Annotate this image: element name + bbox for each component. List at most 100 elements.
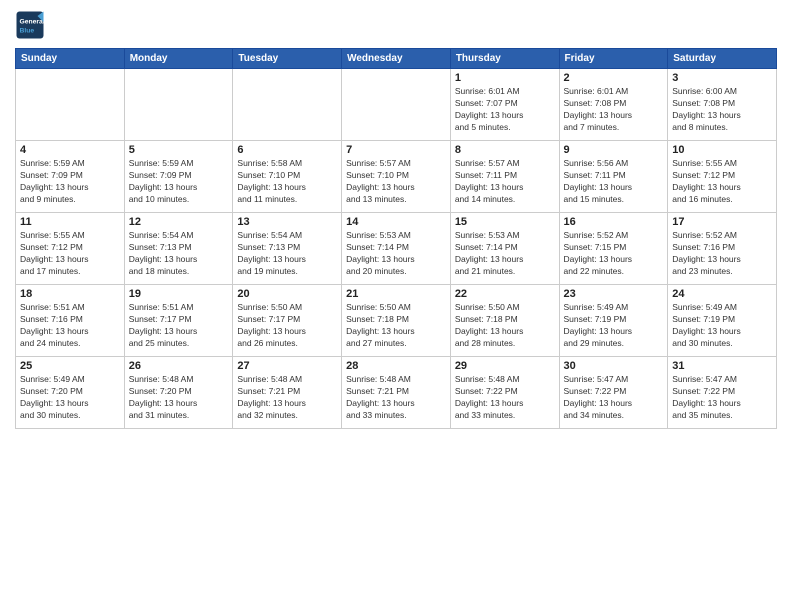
week-row-1: 1 Sunrise: 6:01 AM Sunset: 7:07 PM Daylig… — [16, 69, 777, 141]
weekday-header-friday: Friday — [559, 49, 668, 69]
logo-icon: General Blue — [15, 10, 45, 40]
day-info: Sunrise: 5:48 AM Sunset: 7:21 PM Dayligh… — [346, 374, 446, 422]
calendar-cell — [16, 69, 125, 141]
calendar-cell: 10 Sunrise: 5:55 AM Sunset: 7:12 PM Dayli… — [668, 141, 777, 213]
day-info: Sunrise: 5:52 AM Sunset: 7:15 PM Dayligh… — [564, 230, 664, 278]
day-number: 12 — [129, 216, 229, 228]
day-number: 10 — [672, 144, 772, 156]
week-row-2: 4 Sunrise: 5:59 AM Sunset: 7:09 PM Daylig… — [16, 141, 777, 213]
calendar-cell: 14Sunrise: 5:53 AM Sunset: 7:14 PM Dayli… — [342, 213, 451, 285]
day-number: 23 — [564, 288, 664, 300]
weekday-header-wednesday: Wednesday — [342, 49, 451, 69]
day-number: 27 — [237, 360, 337, 372]
day-info: Sunrise: 5:49 AM Sunset: 7:19 PM Dayligh… — [564, 302, 664, 350]
weekday-header-thursday: Thursday — [450, 49, 559, 69]
calendar-cell: 24 Sunrise: 5:49 AM Sunset: 7:19 PM Dayli… — [668, 285, 777, 357]
day-number: 15 — [455, 216, 555, 228]
calendar-cell: 4Sunrise: 5:59 AM Sunset: 7:09 PM Daylig… — [16, 141, 125, 213]
day-number: 6 — [237, 144, 337, 156]
day-number: 21 — [346, 288, 446, 300]
day-info: Sunrise: 6:01 AM Sunset: 7:07 PM Dayligh… — [455, 86, 555, 134]
calendar-cell: 15 Sunrise: 5:53 AM Sunset: 7:14 PM Dayli… — [450, 213, 559, 285]
svg-text:General: General — [20, 19, 45, 26]
calendar-cell: 2 Sunrise: 6:01 AM Sunset: 7:08 PM Daylig… — [559, 69, 668, 141]
calendar-cell: 7 Sunrise: 5:57 AM Sunset: 7:10 PM Daylig… — [342, 141, 451, 213]
day-number: 24 — [672, 288, 772, 300]
day-number: 4 — [20, 144, 120, 156]
calendar-table: SundayMondayTuesdayWednesdayThursdayFrid… — [15, 48, 777, 429]
calendar-cell: 25Sunrise: 5:49 AM Sunset: 7:20 PM Dayli… — [16, 357, 125, 429]
day-number: 1 — [455, 72, 555, 84]
day-number: 3 — [672, 72, 772, 84]
day-info: Sunrise: 5:49 AM Sunset: 7:19 PM Dayligh… — [672, 302, 772, 350]
day-number: 31 — [672, 360, 772, 372]
calendar-cell: 26Sunrise: 5:48 AM Sunset: 7:20 PM Dayli… — [124, 357, 233, 429]
page: General Blue SundayMondayTuesdayWednesda… — [0, 0, 792, 612]
day-number: 9 — [564, 144, 664, 156]
calendar-cell: 5 Sunrise: 5:59 AM Sunset: 7:09 PM Daylig… — [124, 141, 233, 213]
week-row-3: 11Sunrise: 5:55 AM Sunset: 7:12 PM Dayli… — [16, 213, 777, 285]
day-info: Sunrise: 5:56 AM Sunset: 7:11 PM Dayligh… — [564, 158, 664, 206]
calendar-cell: 6Sunrise: 5:58 AM Sunset: 7:10 PM Daylig… — [233, 141, 342, 213]
day-number: 20 — [237, 288, 337, 300]
weekday-header-saturday: Saturday — [668, 49, 777, 69]
day-info: Sunrise: 5:47 AM Sunset: 7:22 PM Dayligh… — [564, 374, 664, 422]
day-number: 8 — [455, 144, 555, 156]
calendar-cell: 27 Sunrise: 5:48 AM Sunset: 7:21 PM Dayli… — [233, 357, 342, 429]
day-number: 19 — [129, 288, 229, 300]
calendar-cell: 21 Sunrise: 5:50 AM Sunset: 7:18 PM Dayli… — [342, 285, 451, 357]
calendar-cell: 1 Sunrise: 6:01 AM Sunset: 7:07 PM Daylig… — [450, 69, 559, 141]
calendar-cell: 17Sunrise: 5:52 AM Sunset: 7:16 PM Dayli… — [668, 213, 777, 285]
day-info: Sunrise: 5:48 AM Sunset: 7:21 PM Dayligh… — [237, 374, 337, 422]
day-info: Sunrise: 5:55 AM Sunset: 7:12 PM Dayligh… — [672, 158, 772, 206]
day-info: Sunrise: 5:53 AM Sunset: 7:14 PM Dayligh… — [346, 230, 446, 278]
day-number: 22 — [455, 288, 555, 300]
day-info: Sunrise: 5:49 AM Sunset: 7:20 PM Dayligh… — [20, 374, 120, 422]
day-info: Sunrise: 5:59 AM Sunset: 7:09 PM Dayligh… — [129, 158, 229, 206]
day-info: Sunrise: 5:54 AM Sunset: 7:13 PM Dayligh… — [237, 230, 337, 278]
weekday-header-row: SundayMondayTuesdayWednesdayThursdayFrid… — [16, 49, 777, 69]
day-number: 30 — [564, 360, 664, 372]
day-number: 13 — [237, 216, 337, 228]
calendar-cell: 9 Sunrise: 5:56 AM Sunset: 7:11 PM Daylig… — [559, 141, 668, 213]
weekday-header-monday: Monday — [124, 49, 233, 69]
calendar-cell: 28 Sunrise: 5:48 AM Sunset: 7:21 PM Dayli… — [342, 357, 451, 429]
calendar-cell: 20Sunrise: 5:50 AM Sunset: 7:17 PM Dayli… — [233, 285, 342, 357]
week-row-4: 18 Sunrise: 5:51 AM Sunset: 7:16 PM Dayli… — [16, 285, 777, 357]
calendar-cell: 31 Sunrise: 5:47 AM Sunset: 7:22 PM Dayli… — [668, 357, 777, 429]
calendar-cell — [342, 69, 451, 141]
week-row-5: 25Sunrise: 5:49 AM Sunset: 7:20 PM Dayli… — [16, 357, 777, 429]
day-info: Sunrise: 5:52 AM Sunset: 7:16 PM Dayligh… — [672, 230, 772, 278]
svg-text:Blue: Blue — [20, 28, 35, 35]
day-info: Sunrise: 5:51 AM Sunset: 7:16 PM Dayligh… — [20, 302, 120, 350]
day-number: 18 — [20, 288, 120, 300]
calendar-cell: 11Sunrise: 5:55 AM Sunset: 7:12 PM Dayli… — [16, 213, 125, 285]
day-number: 7 — [346, 144, 446, 156]
day-info: Sunrise: 6:00 AM Sunset: 7:08 PM Dayligh… — [672, 86, 772, 134]
day-number: 28 — [346, 360, 446, 372]
calendar-cell: 16 Sunrise: 5:52 AM Sunset: 7:15 PM Dayli… — [559, 213, 668, 285]
weekday-header-sunday: Sunday — [16, 49, 125, 69]
day-info: Sunrise: 5:50 AM Sunset: 7:18 PM Dayligh… — [346, 302, 446, 350]
day-info: Sunrise: 6:01 AM Sunset: 7:08 PM Dayligh… — [564, 86, 664, 134]
day-info: Sunrise: 5:57 AM Sunset: 7:10 PM Dayligh… — [346, 158, 446, 206]
day-info: Sunrise: 5:47 AM Sunset: 7:22 PM Dayligh… — [672, 374, 772, 422]
calendar-cell — [233, 69, 342, 141]
calendar-cell: 13 Sunrise: 5:54 AM Sunset: 7:13 PM Dayli… — [233, 213, 342, 285]
day-number: 29 — [455, 360, 555, 372]
day-number: 2 — [564, 72, 664, 84]
day-info: Sunrise: 5:51 AM Sunset: 7:17 PM Dayligh… — [129, 302, 229, 350]
day-info: Sunrise: 5:48 AM Sunset: 7:22 PM Dayligh… — [455, 374, 555, 422]
day-number: 16 — [564, 216, 664, 228]
day-info: Sunrise: 5:55 AM Sunset: 7:12 PM Dayligh… — [20, 230, 120, 278]
calendar-cell: 22 Sunrise: 5:50 AM Sunset: 7:18 PM Dayli… — [450, 285, 559, 357]
day-info: Sunrise: 5:53 AM Sunset: 7:14 PM Dayligh… — [455, 230, 555, 278]
day-info: Sunrise: 5:50 AM Sunset: 7:18 PM Dayligh… — [455, 302, 555, 350]
day-info: Sunrise: 5:54 AM Sunset: 7:13 PM Dayligh… — [129, 230, 229, 278]
day-number: 5 — [129, 144, 229, 156]
calendar-cell: 23 Sunrise: 5:49 AM Sunset: 7:19 PM Dayli… — [559, 285, 668, 357]
calendar-cell: 18 Sunrise: 5:51 AM Sunset: 7:16 PM Dayli… — [16, 285, 125, 357]
calendar-cell: 30 Sunrise: 5:47 AM Sunset: 7:22 PM Dayli… — [559, 357, 668, 429]
calendar-cell: 29 Sunrise: 5:48 AM Sunset: 7:22 PM Dayli… — [450, 357, 559, 429]
day-info: Sunrise: 5:57 AM Sunset: 7:11 PM Dayligh… — [455, 158, 555, 206]
